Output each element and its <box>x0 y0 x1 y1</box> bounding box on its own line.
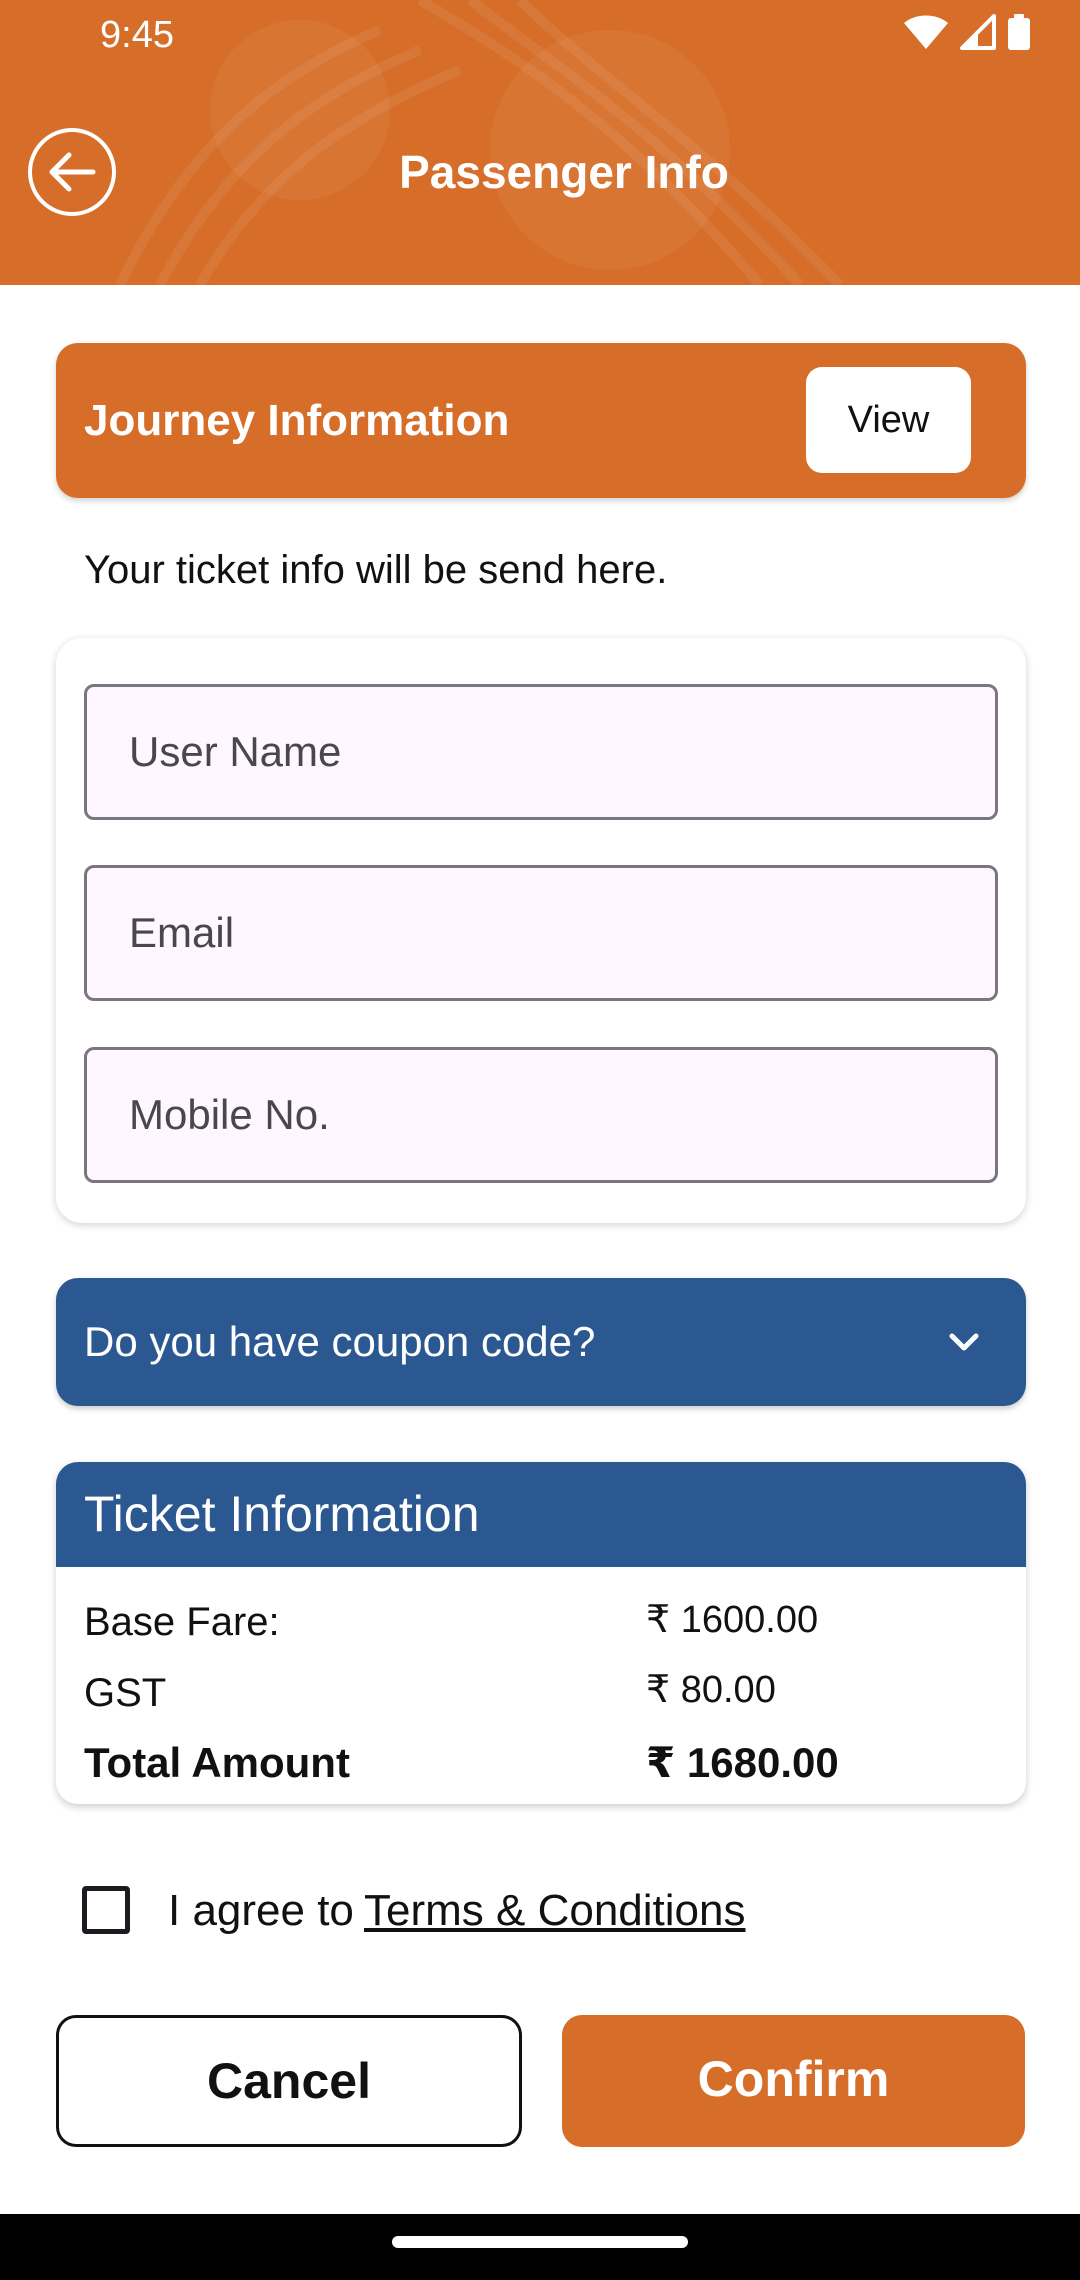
total-amount-label: Total Amount <box>84 1739 350 1786</box>
total-amount-value: ₹ 1680.00 <box>646 1739 839 1786</box>
journey-info-title: Journey Information <box>84 396 510 445</box>
page-title: Passenger Info <box>399 146 729 198</box>
chevron-down-icon <box>949 1333 979 1351</box>
base-fare-label: Base Fare: <box>84 1600 280 1644</box>
cancel-button[interactable]: Cancel <box>56 2015 522 2147</box>
username-field[interactable] <box>84 684 998 820</box>
gst-label: GST <box>84 1671 167 1715</box>
mobile-field[interactable] <box>84 1047 998 1183</box>
passenger-form-card <box>56 638 1026 1223</box>
ticket-info-note: Your ticket info will be send here. <box>84 548 668 592</box>
app-header: 9:45 Passenger Info <box>0 0 1080 285</box>
status-icons <box>904 14 1030 50</box>
battery-icon <box>1008 14 1030 50</box>
status-time: 9:45 <box>100 14 174 56</box>
coupon-code-toggle[interactable]: Do you have coupon code? <box>56 1278 1026 1406</box>
wifi-icon <box>904 15 948 49</box>
terms-conditions-link[interactable]: Terms & Conditions <box>364 1882 745 1940</box>
ticket-info-header: Ticket Information <box>56 1462 1026 1567</box>
journey-info-card: Journey Information View <box>56 343 1026 498</box>
view-journey-button[interactable]: View <box>806 367 971 473</box>
gst-value: ₹ 80.00 <box>646 1669 776 1711</box>
agree-text: I agree to <box>168 1886 354 1935</box>
signal-icon <box>960 14 996 50</box>
ticket-info-card: Ticket Information Base Fare: ₹ 1600.00 … <box>56 1462 1026 1804</box>
base-fare-value: ₹ 1600.00 <box>646 1599 819 1641</box>
coupon-code-label: Do you have coupon code? <box>84 1318 596 1365</box>
system-nav-bar <box>0 2214 1080 2280</box>
terms-checkbox[interactable] <box>82 1886 130 1934</box>
home-gesture-handle[interactable] <box>392 2236 688 2248</box>
email-field[interactable] <box>84 865 998 1001</box>
confirm-button[interactable]: Confirm <box>562 2015 1025 2147</box>
ticket-info-title: Ticket Information <box>84 1486 480 1542</box>
